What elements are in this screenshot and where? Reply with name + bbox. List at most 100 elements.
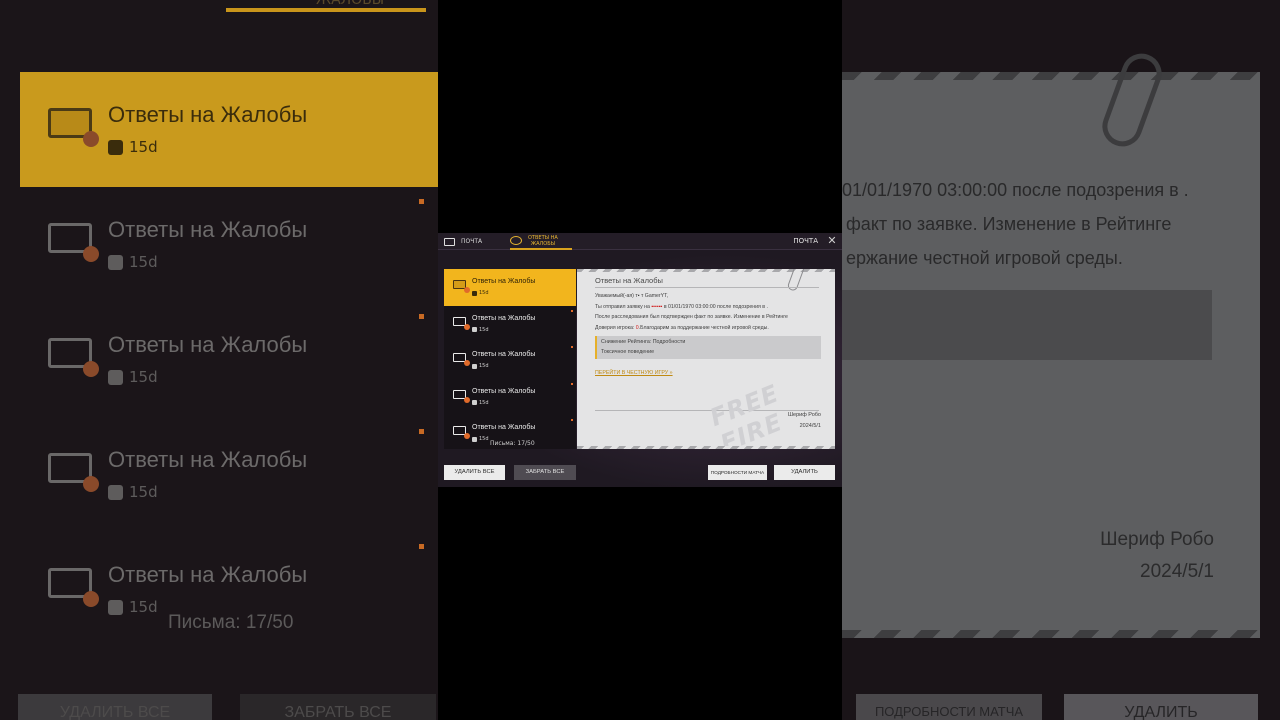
screen: ЖАЛОБЫ Ответы на Жалобы 15d Ответы на Жа… [0,0,1280,720]
backdrop-item-title: Ответы на Жалобы [108,102,308,127]
letter-signature: Шериф Робо 2024/5/1 [788,410,821,432]
unread-dot [419,544,424,549]
clock-icon [108,139,123,155]
backdrop-text-line: ержание честной игровой среды. [846,248,1123,268]
clock-icon [108,254,123,270]
backdrop-item-age: 15d [108,483,158,501]
backdrop-signature-date: 2024/5/1 [1140,561,1214,582]
letter-line: Ты отправил заявку на ▪▪▪▪▪▪ в 01/01/197… [595,302,825,313]
list-item-age: 15d [472,327,489,333]
letter-text: Ты отправил заявку на [595,303,652,310]
list-item-age-text: 15d [479,290,489,296]
clock-icon [108,599,123,615]
backdrop-text-line: факт по заявке. Изменение в Рейтинге [846,214,1172,234]
list-item[interactable]: Ответы на Жалобы 15d [444,269,576,306]
envelope-icon [453,389,470,403]
paperclip-icon [786,269,806,292]
backdrop-item-age: 15d [108,253,158,271]
envelope-icon [444,237,455,246]
clock-icon [472,327,477,332]
complaint-icon [510,236,522,245]
envelope-icon [453,353,470,366]
list-item-title: Ответы на Жалобы [472,351,536,358]
watermark: FREE FIRE [705,379,787,449]
tab-mail-label: ПОЧТА [461,238,483,245]
backdrop-item-age: 15d [108,598,158,616]
backdrop-item-title: Ответы на Жалобы [108,447,308,472]
letter-text: в 01/01/1970 03:00:00 после подозрения в… [662,303,768,310]
close-button[interactable]: ✕ [826,235,838,247]
letter-text: Доверия игрока: [595,325,636,332]
letter-heading: Ответы на Жалобы [595,276,663,285]
unread-dot [419,199,424,204]
list-item[interactable]: Ответы на Жалобы 15d [444,379,576,416]
backdrop-signature-name: Шериф Робо [1100,529,1214,550]
letter-body: Уважаемый(-ая) т▪ т GamerYT, Ты отправил… [595,291,825,334]
rating-detail-reason: Токсичное поведение [601,349,655,355]
backdrop-letters-count: Письма: 17/50 [168,612,294,633]
list-item-age: 15d [472,290,489,296]
signature-date: 2024/5/1 [799,423,821,429]
list-item[interactable]: Ответы на Жалобы 15d [444,342,576,379]
envelope-icon [48,223,99,262]
envelope-open-icon [453,280,470,293]
clock-icon [472,290,477,296]
clock-icon [472,400,477,405]
letter-highlight: ▪▪▪▪▪▪ [651,303,663,310]
backdrop-detail-box [842,290,1212,360]
backdrop-item-title: Ответы на Жалобы [108,562,308,587]
paperclip-icon [1096,48,1168,152]
paper-stripe [842,72,1260,80]
unread-dot [571,309,573,312]
letters-count: Письма: 17/50 [490,440,535,447]
list-item-title: Ответы на Жалобы [472,278,536,285]
letter-line: После расследования был подтвержден факт… [595,314,788,321]
envelope-icon [453,426,470,439]
envelope-icon [48,108,99,147]
clock-icon [108,369,123,385]
paper-stripe [577,446,835,449]
letter-greeting: Уважаемый(-ая) т▪ т GamerYT, [595,293,669,299]
backdrop-match-details-button: ПОДРОБНОСТИ МАТЧА [856,694,1042,720]
delete-all-button[interactable]: УДАЛИТЬ ВСЕ [444,465,505,480]
list-item-age: 15d [472,363,489,369]
fair-play-link[interactable]: ПЕРЕЙТИ В ЧЕСТНУЮ ИГРУ » [595,370,673,376]
delete-button[interactable]: УДАЛИТЬ [774,465,835,480]
paper-stripe [842,630,1260,638]
divider [595,287,819,288]
mail-list[interactable]: Ответы на Жалобы 15d Ответы на Жалобы 15… [444,269,576,449]
take-all-button[interactable]: ЗАБРАТЬ ВСЕ [514,465,576,480]
backdrop-left: ЖАЛОБЫ Ответы на Жалобы 15d Ответы на Жа… [0,0,438,720]
rating-detail-title: Снижение Рейтинга: Подробности [601,339,686,345]
letter-text: .Благодарим за поддержание честной игров… [638,325,769,332]
list-item[interactable]: Ответы на Жалобы 15d [444,306,576,343]
clock-icon [108,484,123,500]
letter-content: Ответы на Жалобы Уважаемый(-ая) т▪ т Gam… [577,269,835,449]
backdrop-paper: 01/01/1970 03:00:00 после подозрения в .… [842,48,1260,638]
unread-dot [571,346,573,348]
backdrop-item-age-text: 15d [129,138,158,156]
backdrop-right: 01/01/1970 03:00:00 после подозрения в .… [842,0,1280,720]
tab-complaint-label-line2: ЖАЛОБЫ [530,240,556,247]
list-item-age: 15d [472,400,489,406]
backdrop-item-age-text: 15d [129,483,158,501]
backdrop-text-line: 01/01/1970 03:00:00 после подозрения в . [842,180,1189,200]
top-bar: ПОЧТА ОТВЕТЫ НА ЖАЛОБЫ ПОЧТА ✕ [438,233,842,250]
match-details-button[interactable]: ПОДРОБНОСТИ МАТЧА [708,465,767,480]
backdrop-item-age: 15d [108,138,158,156]
backdrop-item-title: Ответы на Жалобы [108,217,308,242]
envelope-icon [48,568,99,607]
tab-complaint-replies[interactable]: ОТВЕТЫ НА ЖАЛОБЫ [510,233,572,250]
tab-mail[interactable]: ПОЧТА [444,233,482,250]
list-item-age-text: 15d [479,436,489,442]
list-item-age: 15d [472,436,489,442]
backdrop-item-age-text: 15d [129,253,158,271]
backdrop-tab-label: ЖАЛОБЫ [316,0,385,8]
unread-dot [571,382,573,385]
list-item-age-text: 15d [479,326,489,333]
clock-icon [472,363,477,369]
backdrop-tab: ЖАЛОБЫ [226,0,426,12]
backdrop-list-item: Ответы на Жалобы 15d [20,417,438,532]
backdrop-item-age-text: 15d [129,598,158,616]
envelope-icon [48,453,99,492]
